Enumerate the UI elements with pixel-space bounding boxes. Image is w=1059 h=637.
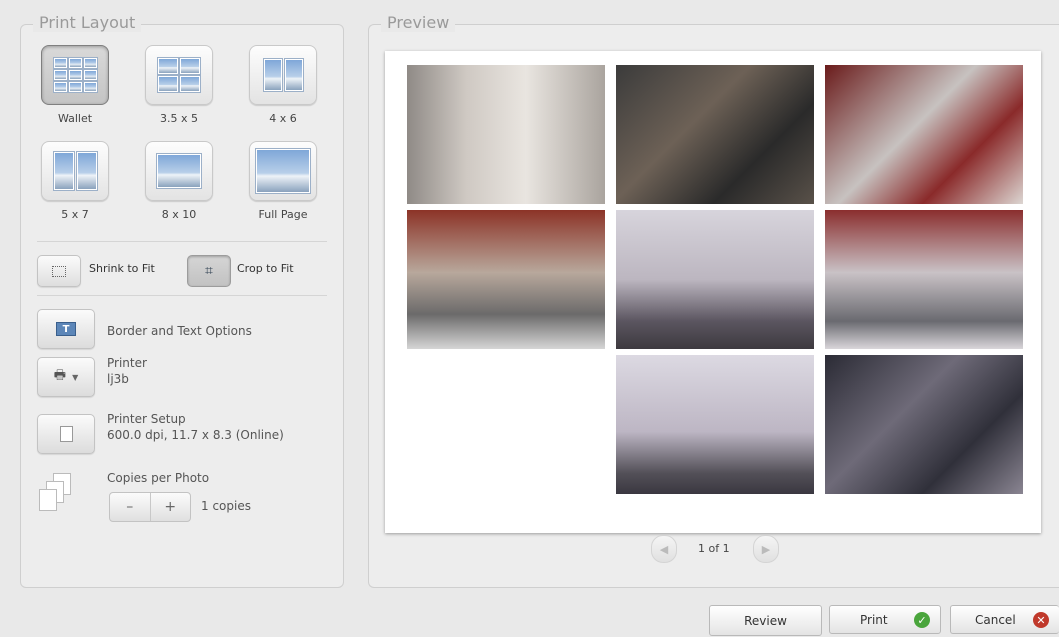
print-layout-panel: Print Layout Wallet 3.5 x 5 4 x 6 5 x 7 … bbox=[20, 13, 344, 588]
previous-page-button[interactable]: ◀ bbox=[651, 535, 677, 563]
layout-wallet-button[interactable]: Wallet bbox=[38, 45, 112, 125]
border-text-options-button[interactable]: T bbox=[37, 309, 95, 349]
divider bbox=[37, 295, 327, 296]
shrink-to-fit-label: Shrink to Fit bbox=[89, 262, 155, 275]
layout-label: 8 x 10 bbox=[161, 208, 197, 221]
decrement-button[interactable]: – bbox=[110, 493, 151, 521]
photo-thumbnail[interactable] bbox=[616, 355, 814, 494]
printer-setup-button[interactable] bbox=[37, 414, 95, 454]
printer-select-button[interactable]: 🖶 ▼ bbox=[37, 357, 95, 397]
layout-label: 3.5 x 5 bbox=[160, 112, 198, 125]
document-icon bbox=[59, 426, 73, 442]
layout-3-5x5-icon bbox=[145, 45, 213, 105]
printer-value: lj3b bbox=[107, 372, 129, 386]
crop-to-fit-label: Crop to Fit bbox=[237, 262, 294, 275]
print-label: Print bbox=[860, 612, 888, 627]
layout-full-page-button[interactable]: Full Page bbox=[246, 141, 320, 221]
chevron-right-icon: ▶ bbox=[761, 542, 771, 556]
check-icon: ✓ bbox=[914, 612, 930, 628]
cancel-label: Cancel bbox=[975, 612, 1016, 627]
printer-label: Printer bbox=[107, 356, 147, 370]
review-label: Review bbox=[744, 613, 787, 628]
border-text-options-label: Border and Text Options bbox=[107, 324, 252, 338]
increment-button[interactable]: + bbox=[151, 493, 191, 521]
preview-title: Preview bbox=[381, 13, 456, 32]
photo-thumbnail[interactable] bbox=[825, 210, 1023, 349]
preview-page bbox=[385, 51, 1041, 533]
layout-label: 5 x 7 bbox=[61, 208, 89, 221]
layout-5x7-icon bbox=[41, 141, 109, 201]
preview-panel: Preview ◀ 1 of 1 ▶ bbox=[368, 13, 1059, 588]
layout-3-5x5-button[interactable]: 3.5 x 5 bbox=[142, 45, 216, 125]
layout-full-page-icon bbox=[249, 141, 317, 201]
photo-thumbnail[interactable] bbox=[825, 65, 1023, 204]
shrink-icon bbox=[52, 265, 66, 277]
layout-5x7-button[interactable]: 5 x 7 bbox=[38, 141, 112, 221]
next-page-button[interactable]: ▶ bbox=[753, 535, 779, 563]
cancel-button[interactable]: Cancel ✕ bbox=[950, 605, 1059, 634]
divider bbox=[37, 241, 327, 242]
chevron-down-icon: ▼ bbox=[72, 372, 79, 382]
crop-to-fit-button[interactable]: ⌗ bbox=[187, 255, 231, 287]
copies-stepper[interactable]: – + bbox=[109, 492, 191, 522]
copies-icon bbox=[39, 473, 79, 513]
crop-icon: ⌗ bbox=[205, 263, 213, 279]
copies-label: Copies per Photo bbox=[107, 471, 210, 485]
layout-4x6-button[interactable]: 4 x 6 bbox=[246, 45, 320, 125]
shrink-to-fit-button[interactable] bbox=[37, 255, 81, 287]
layout-8x10-button[interactable]: 8 x 10 bbox=[142, 141, 216, 221]
photo-thumbnail[interactable] bbox=[407, 210, 605, 349]
photo-thumbnail[interactable] bbox=[616, 65, 814, 204]
wallet-layout-icon bbox=[41, 45, 109, 105]
layout-label: Full Page bbox=[258, 208, 308, 221]
photo-thumbnail[interactable] bbox=[616, 210, 814, 349]
text-frame-icon: T bbox=[56, 322, 76, 336]
layout-8x10-icon bbox=[145, 141, 213, 201]
layout-label: 4 x 6 bbox=[269, 112, 297, 125]
printer-icon: 🖶 bbox=[53, 368, 67, 383]
layout-label: Wallet bbox=[57, 112, 93, 125]
printer-setup-label: Printer Setup bbox=[107, 412, 186, 426]
copies-value: 1 copies bbox=[201, 499, 251, 513]
print-layout-title: Print Layout bbox=[33, 13, 142, 32]
close-icon: ✕ bbox=[1033, 612, 1049, 628]
review-button[interactable]: Review bbox=[709, 605, 822, 636]
photo-thumbnail[interactable] bbox=[825, 355, 1023, 494]
photo-thumbnail[interactable] bbox=[407, 65, 605, 204]
print-button[interactable]: Print ✓ bbox=[829, 605, 941, 634]
chevron-left-icon: ◀ bbox=[659, 542, 669, 556]
printer-setup-value: 600.0 dpi, 11.7 x 8.3 (Online) bbox=[107, 428, 284, 442]
page-indicator: 1 of 1 bbox=[698, 542, 730, 555]
layout-4x6-icon bbox=[249, 45, 317, 105]
